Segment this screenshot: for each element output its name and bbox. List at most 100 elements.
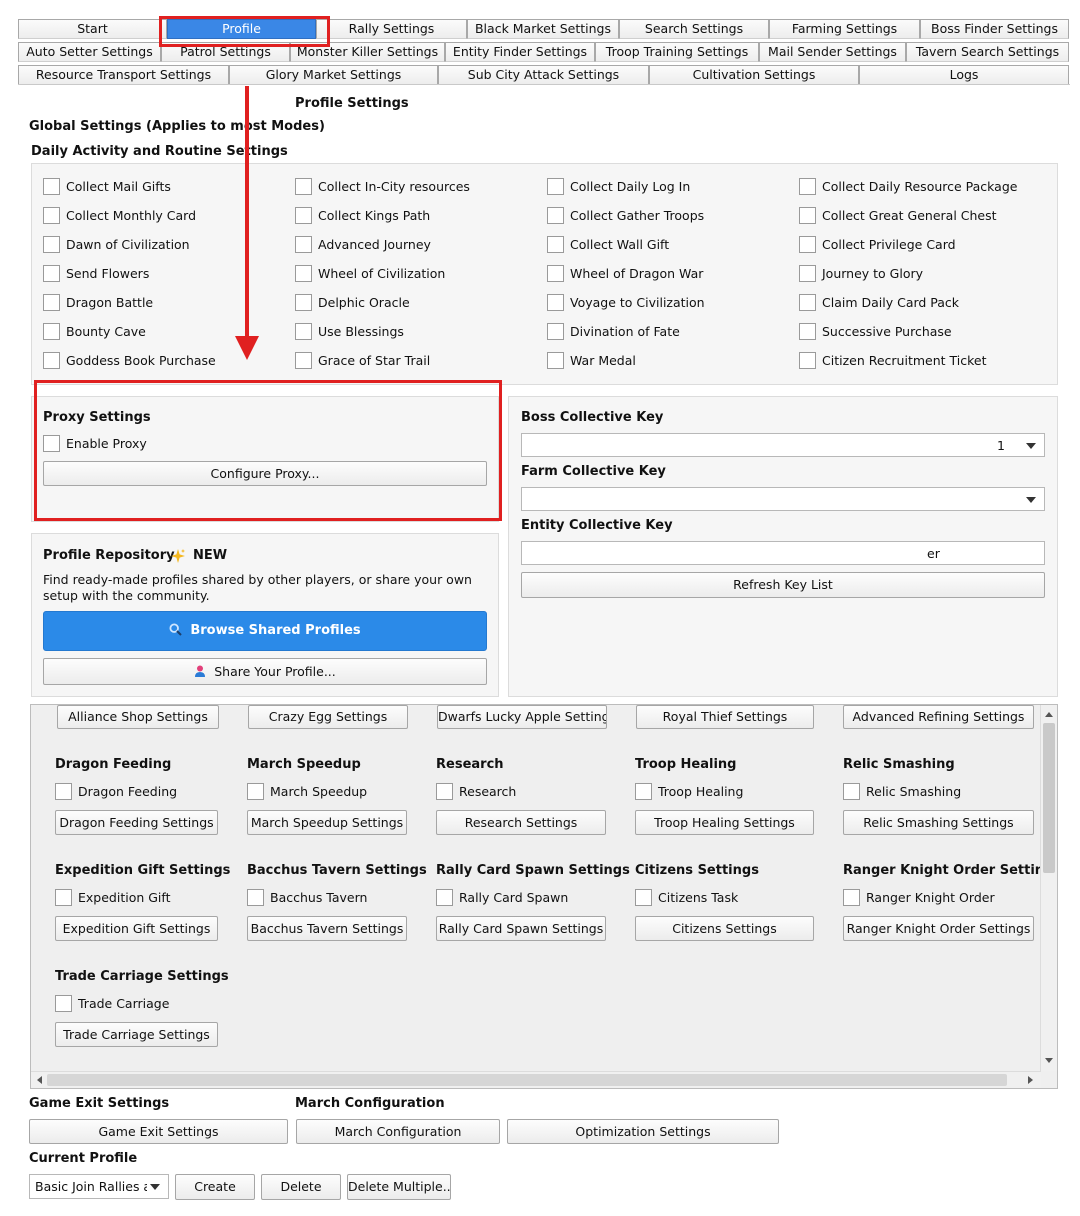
checkbox-successive-purchase[interactable]: Successive Purchase bbox=[799, 323, 1039, 341]
checkbox-box[interactable] bbox=[55, 995, 72, 1012]
tab-auto-setter-settings[interactable]: Auto Setter Settings bbox=[18, 42, 161, 62]
ranger-knight-order-settings-button[interactable]: Ranger Knight Order Settings bbox=[843, 916, 1034, 941]
trade-carriage-settings-button[interactable]: Trade Carriage Settings bbox=[55, 1022, 218, 1047]
vertical-scroll-thumb[interactable] bbox=[1043, 723, 1055, 873]
checkbox-box[interactable] bbox=[799, 265, 816, 282]
crazy-egg-settings-button[interactable]: Crazy Egg Settings bbox=[248, 705, 408, 729]
refresh-key-list-button[interactable]: Refresh Key List bbox=[521, 572, 1045, 598]
march-speedup-settings-button[interactable]: March Speedup Settings bbox=[247, 810, 407, 835]
checkbox-collect-kings-path[interactable]: Collect Kings Path bbox=[295, 207, 535, 225]
checkbox-divination-of-fate[interactable]: Divination of Fate bbox=[547, 323, 787, 341]
boss-collective-key-select[interactable]: 1 bbox=[521, 433, 1045, 457]
checkbox-box[interactable] bbox=[295, 265, 312, 282]
checkbox-box[interactable] bbox=[43, 294, 60, 311]
tab-cultivation-settings[interactable]: Cultivation Settings bbox=[649, 65, 859, 85]
checkbox-grace-of-star-trail[interactable]: Grace of Star Trail bbox=[295, 352, 535, 370]
checkbox-collect-daily-resource-package[interactable]: Collect Daily Resource Package bbox=[799, 178, 1039, 196]
tab-farming-settings[interactable]: Farming Settings bbox=[769, 19, 920, 39]
checkbox-box[interactable] bbox=[635, 889, 652, 906]
march-configuration-button[interactable]: March Configuration bbox=[296, 1119, 500, 1144]
feature-settings-scroll-area[interactable]: Alliance Shop Settings Crazy Egg Setting… bbox=[30, 704, 1058, 1089]
horizontal-scrollbar[interactable] bbox=[31, 1071, 1041, 1088]
tab-glory-market-settings[interactable]: Glory Market Settings bbox=[229, 65, 438, 85]
expedition-gift-settings-button[interactable]: Expedition Gift Settings bbox=[55, 916, 218, 941]
checkbox-box[interactable] bbox=[55, 783, 72, 800]
checkbox-delphic-oracle[interactable]: Delphic Oracle bbox=[295, 294, 535, 312]
bacchus-tavern-checkbox[interactable]: Bacchus Tavern bbox=[247, 889, 417, 907]
tab-sub-city-attack-settings[interactable]: Sub City Attack Settings bbox=[438, 65, 649, 85]
current-profile-select[interactable]: Basic Join Rallies ar bbox=[29, 1174, 169, 1199]
checkbox-journey-to-glory[interactable]: Journey to Glory bbox=[799, 265, 1039, 283]
checkbox-box[interactable] bbox=[547, 207, 564, 224]
farm-collective-key-select[interactable] bbox=[521, 487, 1045, 511]
checkbox-collect-privilege-card[interactable]: Collect Privilege Card bbox=[799, 236, 1039, 254]
checkbox-collect-great-general-chest[interactable]: Collect Great General Chest bbox=[799, 207, 1039, 225]
checkbox-citizen-recruitment-ticket[interactable]: Citizen Recruitment Ticket bbox=[799, 352, 1039, 370]
checkbox-box[interactable] bbox=[247, 783, 264, 800]
checkbox-box[interactable] bbox=[547, 352, 564, 369]
trade-carriage-checkbox[interactable]: Trade Carriage bbox=[55, 995, 225, 1013]
vertical-scrollbar[interactable] bbox=[1040, 705, 1057, 1071]
checkbox-box[interactable] bbox=[843, 889, 860, 906]
checkbox-use-blessings[interactable]: Use Blessings bbox=[295, 323, 535, 341]
alliance-shop-settings-button[interactable]: Alliance Shop Settings bbox=[57, 705, 219, 729]
research-checkbox[interactable]: Research bbox=[436, 783, 606, 801]
checkbox-box[interactable] bbox=[547, 236, 564, 253]
tab-logs[interactable]: Logs bbox=[859, 65, 1069, 85]
tab-rally-settings[interactable]: Rally Settings bbox=[316, 19, 467, 39]
scroll-up-icon[interactable] bbox=[1044, 710, 1054, 718]
optimization-settings-button[interactable]: Optimization Settings bbox=[507, 1119, 779, 1144]
tab-tavern-search-settings[interactable]: Tavern Search Settings bbox=[906, 42, 1069, 62]
checkbox-box[interactable] bbox=[295, 236, 312, 253]
checkbox-wheel-of-civilization[interactable]: Wheel of Civilization bbox=[295, 265, 535, 283]
tab-mail-sender-settings[interactable]: Mail Sender Settings bbox=[759, 42, 906, 62]
scroll-down-icon[interactable] bbox=[1044, 1057, 1054, 1065]
dragon-feeding-settings-button[interactable]: Dragon Feeding Settings bbox=[55, 810, 218, 835]
troop-healing-checkbox[interactable]: Troop Healing bbox=[635, 783, 805, 801]
ranger-knight-order-checkbox[interactable]: Ranger Knight Order bbox=[843, 889, 1013, 907]
delete-profile-button[interactable]: Delete bbox=[261, 1174, 341, 1200]
citizens-task-settings-button[interactable]: Citizens Settings bbox=[635, 916, 814, 941]
expedition-gift-checkbox[interactable]: Expedition Gift bbox=[55, 889, 225, 907]
checkbox-box[interactable] bbox=[43, 207, 60, 224]
checkbox-box[interactable] bbox=[635, 783, 652, 800]
relic-smashing-settings-button[interactable]: Relic Smashing Settings bbox=[843, 810, 1034, 835]
checkbox-box[interactable] bbox=[799, 294, 816, 311]
checkbox-box[interactable] bbox=[55, 889, 72, 906]
checkbox-war-medal[interactable]: War Medal bbox=[547, 352, 787, 370]
checkbox-box[interactable] bbox=[295, 178, 312, 195]
checkbox-voyage-to-civilization[interactable]: Voyage to Civilization bbox=[547, 294, 787, 312]
tab-search-settings[interactable]: Search Settings bbox=[619, 19, 769, 39]
tab-black-market-settings[interactable]: Black Market Settings bbox=[467, 19, 619, 39]
checkbox-box[interactable] bbox=[436, 889, 453, 906]
relic-smashing-checkbox[interactable]: Relic Smashing bbox=[843, 783, 1013, 801]
checkbox-box[interactable] bbox=[843, 783, 860, 800]
tab-troop-training-settings[interactable]: Troop Training Settings bbox=[595, 42, 759, 62]
checkbox-box[interactable] bbox=[43, 265, 60, 282]
checkbox-box[interactable] bbox=[547, 323, 564, 340]
checkbox-box[interactable] bbox=[295, 352, 312, 369]
checkbox-box[interactable] bbox=[295, 294, 312, 311]
research-settings-button[interactable]: Research Settings bbox=[436, 810, 606, 835]
checkbox-box[interactable] bbox=[247, 889, 264, 906]
tab-entity-finder-settings[interactable]: Entity Finder Settings bbox=[445, 42, 595, 62]
scroll-left-icon[interactable] bbox=[35, 1075, 43, 1085]
checkbox-wheel-of-dragon-war[interactable]: Wheel of Dragon War bbox=[547, 265, 787, 283]
checkbox-collect-in-city-resources[interactable]: Collect In-City resources bbox=[295, 178, 535, 196]
citizens-task-checkbox[interactable]: Citizens Task bbox=[635, 889, 805, 907]
march-speedup-checkbox[interactable]: March Speedup bbox=[247, 783, 417, 801]
tab-resource-transport-settings[interactable]: Resource Transport Settings bbox=[18, 65, 229, 85]
checkbox-box[interactable] bbox=[295, 207, 312, 224]
advanced-refining-settings-button[interactable]: Advanced Refining Settings bbox=[843, 705, 1034, 729]
browse-shared-profiles-button[interactable]: Browse Shared Profiles bbox=[43, 611, 487, 651]
checkbox-box[interactable] bbox=[547, 294, 564, 311]
game-exit-settings-button[interactable]: Game Exit Settings bbox=[29, 1119, 288, 1144]
checkbox-box[interactable] bbox=[43, 236, 60, 253]
checkbox-box[interactable] bbox=[799, 352, 816, 369]
checkbox-collect-daily-log-in[interactable]: Collect Daily Log In bbox=[547, 178, 787, 196]
bacchus-tavern-settings-button[interactable]: Bacchus Tavern Settings bbox=[247, 916, 407, 941]
checkbox-box[interactable] bbox=[43, 323, 60, 340]
horizontal-scroll-thumb[interactable] bbox=[47, 1074, 1007, 1086]
dwarfs-lucky-apple-settings-button[interactable]: Dwarfs Lucky Apple Settings bbox=[437, 705, 607, 729]
dragon-feeding-checkbox[interactable]: Dragon Feeding bbox=[55, 783, 225, 801]
